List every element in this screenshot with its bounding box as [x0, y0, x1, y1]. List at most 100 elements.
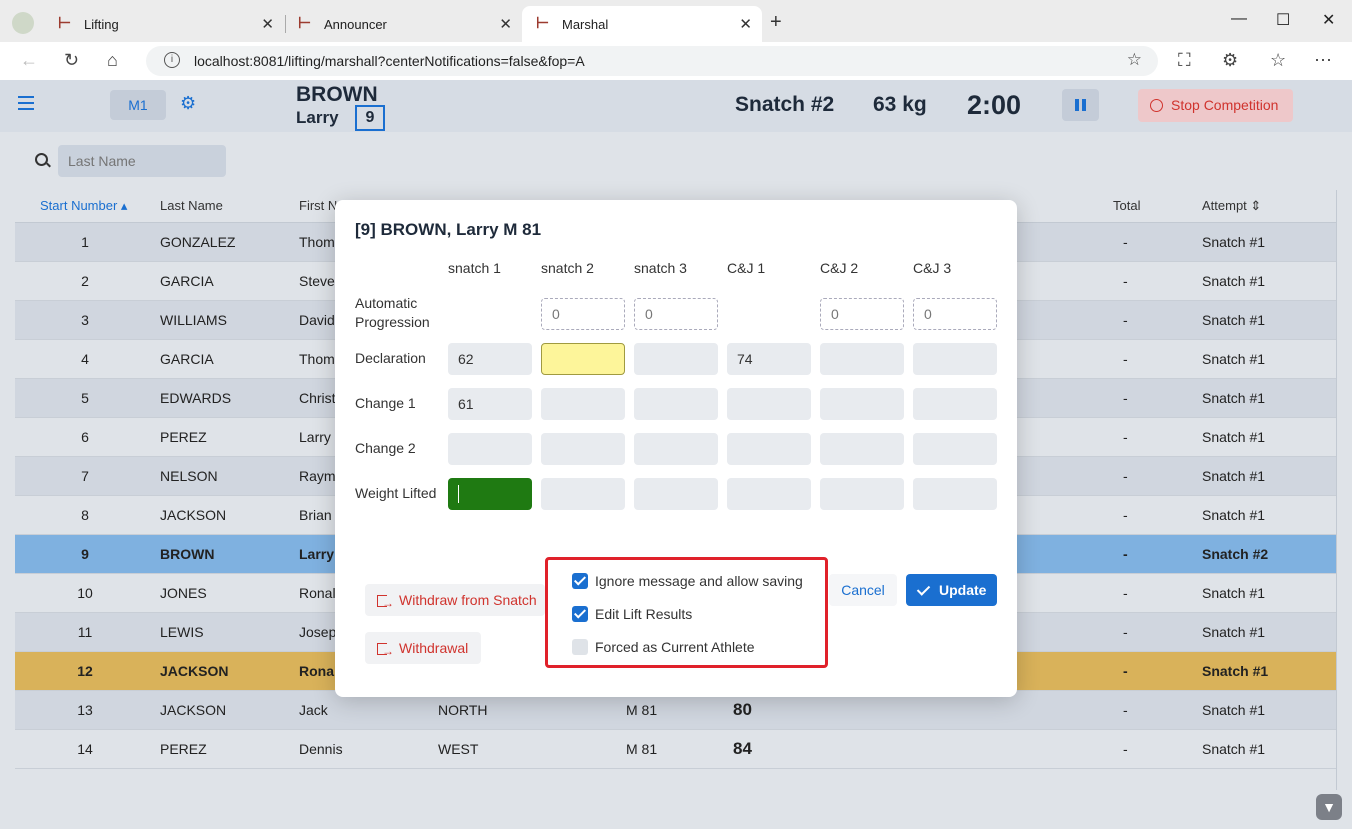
window-close-icon[interactable]: ✕	[1322, 10, 1335, 30]
address-bar: ← ↻ ⌂ i localhost:8081/lifting/marshall?…	[0, 42, 1352, 81]
screenshot-icon[interactable]: ⛶	[1178, 50, 1191, 71]
cell-last-name: JONES	[160, 585, 207, 601]
close-tab-icon[interactable]: ✕	[261, 15, 274, 33]
dialog-title: [9] BROWN, Larry M 81	[355, 220, 542, 239]
platform-button[interactable]: M1	[110, 90, 166, 120]
auto-progression-field[interactable]: 0	[820, 298, 904, 330]
more-icon[interactable]: ⋯	[1314, 50, 1332, 71]
app-favicon-icon: ⊢	[536, 15, 550, 32]
change2-field[interactable]	[634, 433, 718, 465]
weight-lifted-field[interactable]	[820, 478, 904, 510]
cell-total: -	[1123, 429, 1128, 445]
cell-last-name: NELSON	[160, 468, 218, 484]
cell-start-number: 6	[81, 429, 89, 445]
cell-total: -	[1123, 546, 1128, 562]
favorite-star-icon[interactable]: ☆	[1127, 50, 1142, 70]
change1-field[interactable]	[541, 388, 625, 420]
close-tab-icon[interactable]: ✕	[499, 15, 512, 33]
declaration-field[interactable]: 74	[727, 343, 811, 375]
declaration-field[interactable]	[541, 343, 625, 375]
tab-marshal[interactable]: ⊢ Marshal ✕	[522, 6, 762, 42]
collapse-notifications-icon[interactable]: ▼	[1316, 794, 1342, 820]
stop-competition-button[interactable]: Stop Competition	[1138, 89, 1293, 122]
weight-lifted-field[interactable]	[541, 478, 625, 510]
declaration-field[interactable]	[634, 343, 718, 375]
auto-progression-field[interactable]: 0	[541, 298, 625, 330]
change2-field[interactable]	[820, 433, 904, 465]
change2-field[interactable]	[541, 433, 625, 465]
change2-field[interactable]	[727, 433, 811, 465]
tab-announcer[interactable]: ⊢ Announcer ✕	[284, 6, 522, 42]
column-start-number[interactable]: Start Number ▴	[40, 198, 127, 214]
cell-last-name: JACKSON	[160, 663, 229, 679]
athlete-first-name: Larry	[296, 108, 339, 127]
cell-first-name: Larry	[299, 429, 331, 445]
column-first-name[interactable]: First N	[299, 198, 337, 213]
weight-lifted-field[interactable]	[727, 478, 811, 510]
new-tab-icon[interactable]: +	[770, 11, 782, 34]
change1-field[interactable]	[820, 388, 904, 420]
column-attempt[interactable]: Attempt ⇕	[1202, 198, 1261, 214]
home-icon[interactable]: ⌂	[107, 50, 118, 71]
search-input[interactable]	[58, 145, 226, 177]
weight-lifted-field[interactable]	[913, 478, 997, 510]
auto-progression-field[interactable]: 0	[913, 298, 997, 330]
change1-field[interactable]	[634, 388, 718, 420]
row-label-line: Progression	[355, 314, 430, 330]
withdrawal-button[interactable]: Withdrawal	[365, 632, 481, 667]
browser-profile-icon[interactable]	[12, 12, 34, 34]
cell-attempt: Snatch #1	[1202, 624, 1266, 640]
declaration-field[interactable]	[913, 343, 997, 375]
cell-attempt: Snatch #1	[1202, 390, 1266, 406]
tab-lifting[interactable]: ⊢ Lifting ✕	[44, 6, 284, 42]
tab-label: Marshal	[562, 16, 609, 32]
reload-icon[interactable]: ↻	[64, 50, 79, 71]
cell-first-name: David	[299, 312, 335, 328]
weight-lifted-field[interactable]	[448, 478, 532, 510]
requested-weight: 63 kg	[873, 93, 927, 116]
change2-field[interactable]	[913, 433, 997, 465]
cancel-button[interactable]: Cancel	[829, 574, 897, 606]
url-field[interactable]: i localhost:8081/lifting/marshall?center…	[146, 46, 1158, 76]
edit-lift-results-checkbox[interactable]	[572, 606, 588, 622]
withdraw-from-snatch-label: Withdraw from Snatch	[399, 592, 537, 608]
change1-field[interactable]: 61	[448, 388, 532, 420]
change1-field[interactable]	[913, 388, 997, 420]
withdraw-from-snatch-button[interactable]: Withdraw from Snatch	[365, 584, 545, 619]
menu-icon[interactable]	[18, 96, 34, 110]
close-tab-icon[interactable]: ✕	[739, 15, 752, 33]
column-last-name[interactable]: Last Name	[160, 198, 223, 213]
change1-field[interactable]	[727, 388, 811, 420]
update-button[interactable]: Update	[906, 574, 997, 606]
declaration-field[interactable]: 62	[448, 343, 532, 375]
gear-icon[interactable]: ⚙	[180, 94, 198, 112]
tab-label: Announcer	[324, 16, 387, 32]
pause-button[interactable]	[1062, 89, 1099, 121]
cell-category: M 81	[626, 741, 658, 757]
auto-progression-field[interactable]: 0	[634, 298, 718, 330]
site-info-icon[interactable]: i	[164, 52, 180, 68]
weight-lifted-field[interactable]	[634, 478, 718, 510]
ignore-message-checkbox[interactable]	[572, 573, 588, 589]
cell-start-number: 9	[81, 546, 89, 562]
forced-current-athlete-checkbox[interactable]	[572, 639, 588, 655]
cell-attempt: Snatch #1	[1202, 429, 1266, 445]
favorites-icon[interactable]: ☆	[1270, 50, 1286, 71]
column-total[interactable]: Total	[1113, 198, 1140, 213]
cell-total: -	[1123, 507, 1128, 523]
cell-start-number: 7	[81, 468, 89, 484]
back-icon[interactable]: ←	[20, 50, 38, 71]
cell-start-number: 11	[77, 624, 93, 640]
update-label: Update	[939, 582, 987, 598]
change2-field[interactable]	[448, 433, 532, 465]
extensions-icon[interactable]: ⚙	[1222, 50, 1238, 71]
cell-first-name: Thom	[299, 351, 335, 367]
minimize-icon[interactable]: —	[1231, 10, 1247, 28]
maximize-icon[interactable]: ☐	[1276, 10, 1290, 30]
table-row[interactable]: 14 PEREZ Dennis WEST M 81 84 - Snatch #1	[15, 730, 1337, 769]
attempt-label: Snatch #2	[735, 93, 835, 116]
cell-start-number: 2	[81, 273, 89, 289]
cell-attempt: Snatch #1	[1202, 741, 1266, 757]
declaration-field[interactable]	[820, 343, 904, 375]
lift-column-header: C&J 1	[727, 260, 766, 276]
